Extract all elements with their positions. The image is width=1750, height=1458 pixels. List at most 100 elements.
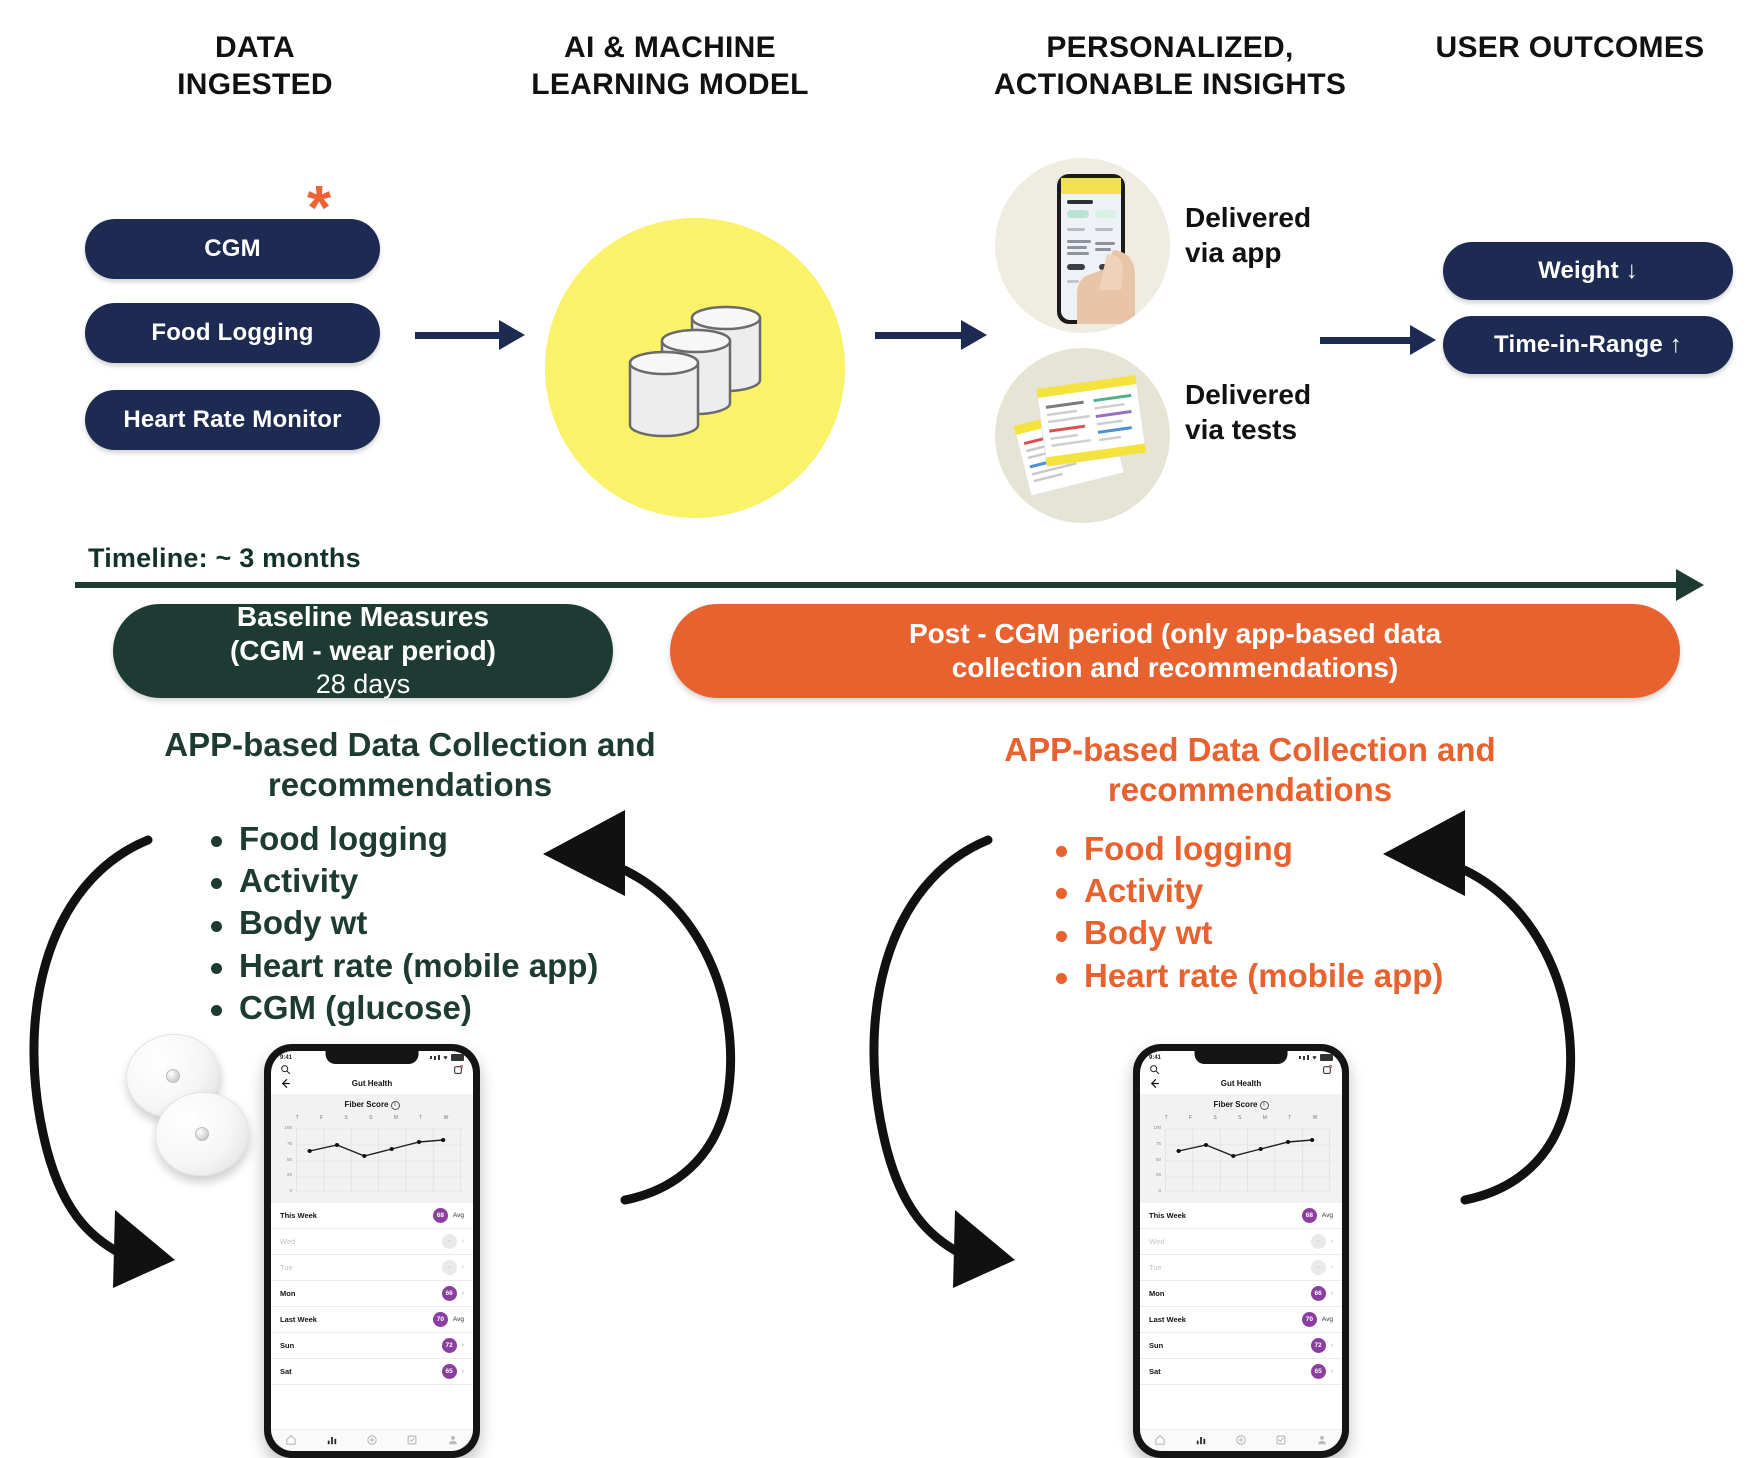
- person-icon[interactable]: [447, 1434, 459, 1446]
- chart-icon[interactable]: [1195, 1434, 1207, 1446]
- search-icon[interactable]: [280, 1064, 291, 1075]
- fiber-score-list: This Week 68 Avg Wed - › Tue - › Mon 66 …: [271, 1203, 473, 1429]
- hand-holding-phone-photo: [995, 158, 1170, 333]
- home-icon[interactable]: [285, 1434, 297, 1446]
- input-pill-cgm[interactable]: CGM: [85, 219, 380, 279]
- row-label: Sun: [1149, 1341, 1164, 1350]
- status-badge: 68: [432, 1208, 448, 1223]
- row-label: Last Week: [280, 1315, 317, 1324]
- chevron-right-icon: ›: [1330, 1368, 1333, 1375]
- row-meta: Avg: [452, 1212, 464, 1219]
- phase-baseline-line1: Baseline Measures: [236, 600, 490, 632]
- table-row[interactable]: Wed - ›: [1140, 1229, 1342, 1255]
- timeline-phase-post-cgm: Post - CGM period (only app-based data c…: [670, 604, 1680, 698]
- asterisk-marker-icon: *: [307, 174, 332, 243]
- outcome-pill-time-in-range[interactable]: Time-in-Range ↑: [1443, 316, 1733, 374]
- chevron-right-icon: ›: [461, 1264, 464, 1271]
- table-row[interactable]: Tue - ›: [271, 1255, 473, 1281]
- database-stack-icon: [600, 278, 790, 458]
- chevron-right-icon: ›: [461, 1342, 464, 1349]
- chevron-right-icon: ›: [461, 1290, 464, 1297]
- info-icon[interactable]: i: [1259, 1101, 1269, 1110]
- table-row[interactable]: Sun 72 ›: [1140, 1333, 1342, 1359]
- table-row[interactable]: Mon 66 ›: [1140, 1281, 1342, 1307]
- table-row[interactable]: Tue - ›: [1140, 1255, 1342, 1281]
- share-icon[interactable]: [1322, 1064, 1333, 1075]
- x-tick: S: [369, 1115, 373, 1121]
- timeline-axis: [75, 582, 1680, 588]
- table-row[interactable]: This Week 68 Avg: [271, 1203, 473, 1229]
- row-label: Mon: [280, 1289, 296, 1298]
- table-row[interactable]: Last Week 70 Avg: [271, 1307, 473, 1333]
- row-meta: Avg: [1321, 1212, 1333, 1219]
- phone-screen: 9:41 Gut Health Fiber Score i T F S S M …: [1140, 1051, 1342, 1451]
- status-badge: -: [1310, 1260, 1326, 1275]
- phone-mockup-post-cgm[interactable]: 9:41 Gut Health Fiber Score i T F S S M …: [1133, 1044, 1349, 1458]
- column-header-ai-model: AI & MACHINE LEARNING MODEL: [531, 31, 809, 101]
- card-title-row: Fiber Score i: [1148, 1100, 1334, 1110]
- status-badge: -: [441, 1260, 457, 1275]
- phase-baseline-duration: 28 days: [315, 669, 411, 700]
- cycle-arrow-right-inner: [1345, 800, 1625, 1220]
- x-tick: S: [1238, 1115, 1242, 1121]
- cycle-arrow-left-inner: [505, 800, 785, 1220]
- share-icon[interactable]: [453, 1064, 464, 1075]
- status-badge: -: [1310, 1234, 1326, 1249]
- chevron-right-icon: ›: [1330, 1238, 1333, 1245]
- x-tick: M: [1262, 1115, 1267, 1121]
- info-icon[interactable]: i: [390, 1101, 400, 1110]
- lab-test-reports-photo: [995, 348, 1170, 523]
- status-time: 9:41: [280, 1054, 293, 1061]
- plus-circle-icon[interactable]: [366, 1434, 378, 1446]
- timeline-arrowhead-icon: [1676, 569, 1704, 601]
- chart-icon[interactable]: [326, 1434, 338, 1446]
- row-label: This Week: [280, 1211, 317, 1220]
- x-tick: M: [393, 1115, 398, 1121]
- row-label: Wed: [1149, 1237, 1165, 1246]
- table-row[interactable]: Mon 66 ›: [271, 1281, 473, 1307]
- x-tick: T: [1288, 1115, 1292, 1121]
- row-label: Tue: [1149, 1263, 1162, 1272]
- fiber-score-list: This Week 68 Avg Wed - › Tue - › Mon 66 …: [1140, 1203, 1342, 1429]
- ml-model-circle: [545, 218, 845, 518]
- row-label: Tue: [280, 1263, 293, 1272]
- table-row[interactable]: Sun 72 ›: [271, 1333, 473, 1359]
- status-icons: [430, 1054, 464, 1061]
- status-badge: 65: [1310, 1364, 1326, 1379]
- person-icon[interactable]: [1316, 1434, 1328, 1446]
- home-icon[interactable]: [1154, 1434, 1166, 1446]
- input-pill-heart-rate-monitor[interactable]: Heart Rate Monitor: [85, 390, 380, 450]
- row-label: Sat: [1149, 1367, 1161, 1376]
- phone-navbar: Gut Health: [1140, 1077, 1342, 1094]
- chevron-right-icon: ›: [1330, 1342, 1333, 1349]
- status-badge: 66: [1310, 1286, 1326, 1301]
- chart-svg: [296, 1128, 463, 1192]
- checkbox-icon[interactable]: [1275, 1434, 1287, 1446]
- table-row[interactable]: Last Week 70 Avg: [1140, 1307, 1342, 1333]
- chart-x-tick-labels: T F S S M T W: [1148, 1115, 1334, 1123]
- phone-tabbar: [271, 1429, 473, 1451]
- phone-mockup-baseline[interactable]: 9:41 Gut Health Fiber Score i T F S S M …: [264, 1044, 480, 1458]
- x-tick: T: [295, 1115, 299, 1121]
- input-pill-food-logging[interactable]: Food Logging: [85, 303, 380, 363]
- table-row[interactable]: Sat 65 ›: [1140, 1359, 1342, 1385]
- plus-circle-icon[interactable]: [1235, 1434, 1247, 1446]
- status-badge: 72: [441, 1338, 457, 1353]
- search-icon[interactable]: [1149, 1064, 1160, 1075]
- status-icons: [1299, 1054, 1333, 1061]
- timeline-phase-baseline: Baseline Measures (CGM - wear period) 28…: [113, 601, 613, 699]
- table-row[interactable]: This Week 68 Avg: [1140, 1203, 1342, 1229]
- table-row[interactable]: Wed - ›: [271, 1229, 473, 1255]
- fiber-score-card: Fiber Score i T F S S M T W 100 75 50 25…: [1140, 1094, 1342, 1203]
- outcome-pill-weight[interactable]: Weight ↓: [1443, 242, 1733, 300]
- x-tick: F: [320, 1115, 324, 1121]
- checkbox-icon[interactable]: [406, 1434, 418, 1446]
- x-tick: S: [1213, 1115, 1217, 1121]
- x-tick: F: [1189, 1115, 1193, 1121]
- phone-toolbar: [1140, 1062, 1342, 1077]
- x-tick: T: [1164, 1115, 1168, 1121]
- status-badge: 70: [432, 1312, 448, 1327]
- panel-title-baseline: APP-based Data Collection and recommenda…: [164, 726, 656, 804]
- table-row[interactable]: Sat 65 ›: [271, 1359, 473, 1385]
- phone-notch: [325, 1051, 419, 1064]
